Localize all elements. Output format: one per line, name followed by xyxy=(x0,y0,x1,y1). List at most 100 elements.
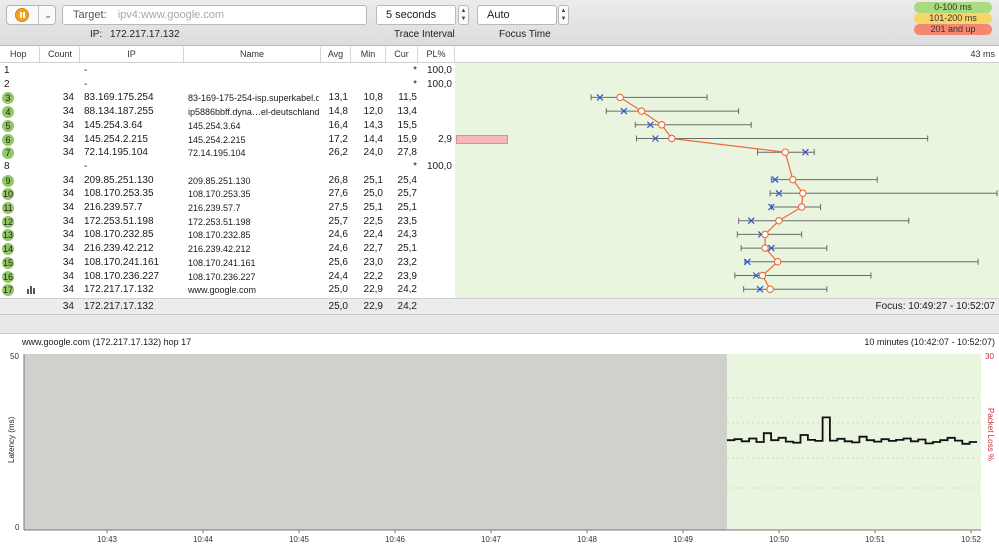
y-axis-label: Latency (ms) xyxy=(7,416,16,463)
table-row[interactable]: 16 34 108.170.236.227 108.170.236.227 24,4 22… xyxy=(0,270,455,284)
cell-cur: 15,5 xyxy=(397,119,417,131)
cell-avg xyxy=(321,160,348,174)
column-header-pl[interactable]: PL% xyxy=(418,47,455,62)
cell-pl xyxy=(418,174,452,188)
cell-pl xyxy=(418,187,452,201)
column-header-hop[interactable]: Hop xyxy=(0,47,40,62)
cell-min: 24,0 xyxy=(363,147,383,159)
split-divider[interactable] xyxy=(0,314,999,334)
table-row[interactable]: 11 34 216.239.57.7 216.239.57.7 27,5 25,1 25,1 xyxy=(0,201,455,215)
cell-avg: 13,1 xyxy=(328,92,348,104)
cell-ip: 108.170.236.227 xyxy=(84,270,160,282)
hop-number: 12 xyxy=(2,215,14,228)
table-row[interactable]: 14 34 216.239.42.212 216.239.42.212 24,6 22,7… xyxy=(0,242,455,256)
hop-number: 10 xyxy=(2,188,14,201)
bar-chart-icon[interactable] xyxy=(27,286,36,295)
column-header-count[interactable]: Count xyxy=(40,47,80,62)
cell-ip: 216.239.57.7 xyxy=(84,202,143,213)
focus-time-stepper[interactable]: ▲ ▼ xyxy=(558,5,569,25)
table-row[interactable]: 3 34 83.169.175.254 83-169-175-254-isp.supe… xyxy=(0,91,455,105)
table-row[interactable]: 17 34 172.217.17.132 www.google.com 25,0 22,9… xyxy=(0,283,455,297)
table-row[interactable]: 12 34 172.253.51.198 172.253.51.198 25,7 22,5… xyxy=(0,215,455,229)
cell-name: 172.253.51.198 xyxy=(188,216,251,227)
cell-ip: 108.170.253.35 xyxy=(84,188,154,200)
trace-interval-stepper[interactable]: ▲ ▼ xyxy=(458,5,469,25)
table-row[interactable]: 9 34 209.85.251.130 209.85.251.130 26,8 25,1 2… xyxy=(0,174,455,188)
timeline-svg: 50 0 30 Latency (ms) Packet Loss % 10:43 10:44… xyxy=(7,352,995,544)
table-row[interactable]: 4 34 88.134.187.255 ip5886bbff.dyna…el-deut… xyxy=(0,105,455,119)
avg-marker xyxy=(797,203,806,211)
cell-name: 108.170.253.35 xyxy=(188,189,251,200)
cell-pl xyxy=(418,228,452,242)
hop-number: 7 xyxy=(2,147,14,160)
cell-count: 34 xyxy=(62,106,74,118)
cell-ip: 172.253.51.198 xyxy=(84,215,154,227)
pause-button[interactable] xyxy=(7,6,39,24)
cell-ip: 216.239.42.212 xyxy=(84,243,154,255)
cell-cur: * xyxy=(413,78,417,90)
pause-icon xyxy=(15,8,29,22)
table-row[interactable]: 10 34 108.170.253.35 108.170.253.35 27,6 25,0… xyxy=(0,187,455,201)
cell-cur: 25,1 xyxy=(397,243,417,255)
table-row[interactable]: 13 34 108.170.232.85 108.170.232.85 24,6 22,4… xyxy=(0,228,455,242)
cell-name xyxy=(188,160,319,174)
timeline-chart: 50 0 30 Latency (ms) Packet Loss % 10:43 10:44… xyxy=(0,348,999,546)
focus-time-label: Focus Time xyxy=(499,29,551,40)
cell-name: www.google.com xyxy=(188,285,257,296)
chevron-down-icon[interactable]: ⌄ xyxy=(40,6,56,24)
cell-avg: 26,2 xyxy=(328,147,348,159)
cell-min: 22,4 xyxy=(363,229,383,241)
cell-pl: 2,9 xyxy=(438,133,452,145)
x-tick-label: 10:44 xyxy=(193,535,214,544)
x-tick-label: 10:49 xyxy=(673,535,694,544)
column-header-min[interactable]: Min xyxy=(351,47,386,62)
trace-interval-select[interactable]: 5 seconds xyxy=(376,5,456,25)
target-input[interactable]: Target: ipv4:www.google.com xyxy=(62,5,367,25)
cell-count: 34 xyxy=(62,215,74,227)
cell-name: 108.170.236.227 xyxy=(188,271,256,282)
pause-button-group[interactable]: ⌄ xyxy=(6,5,56,25)
cell-min xyxy=(351,160,383,174)
table-row[interactable]: 6 34 145.254.2.215 145.254.2.215 17,2 14,4 15,… xyxy=(0,133,455,147)
cell-pl: 100,0 xyxy=(426,160,452,172)
column-header-ip[interactable]: IP xyxy=(80,47,184,62)
cell-name: 216.239.57.7 xyxy=(188,203,241,213)
cell-cur: * xyxy=(413,65,417,76)
hop-number: 16 xyxy=(2,270,14,283)
table-row[interactable]: 15 34 108.170.241.161 108.170.241.161 25,6 23… xyxy=(0,256,455,270)
avg-marker xyxy=(616,93,624,102)
table-row[interactable]: 5 34 145.254.3.64 145.254.3.64 16,4 14,3 15,5 xyxy=(0,119,455,133)
cell-ip: - xyxy=(84,160,88,172)
x-tick-label: 10:48 xyxy=(577,535,598,544)
legend-201-up: 201 and up xyxy=(914,24,992,35)
cell-ip: 209.85.251.130 xyxy=(84,174,154,186)
cell-name: 145.254.3.64 xyxy=(188,120,241,131)
cell-min: 25,0 xyxy=(363,188,383,200)
avg-marker xyxy=(775,216,783,225)
column-header-cur[interactable]: Cur xyxy=(386,47,418,62)
cell-avg: 27,5 xyxy=(328,202,348,213)
column-header-name[interactable]: Name xyxy=(184,47,321,62)
cell-avg: 16,4 xyxy=(328,119,348,131)
cell-avg: 24,6 xyxy=(328,229,348,241)
cell-name: 108.170.241.161 xyxy=(188,257,256,268)
x-tick-label: 10:46 xyxy=(385,535,406,544)
table-row[interactable]: 1 - * 100,0 xyxy=(0,64,455,78)
cell-ip: 145.254.3.64 xyxy=(84,119,143,131)
cell-count: 34 xyxy=(62,119,74,131)
cell-avg: 26,8 xyxy=(328,174,348,186)
focus-time-select[interactable]: Auto xyxy=(477,5,557,25)
table-row[interactable]: 7 34 72.14.195.104 72.14.195.104 26,2 24,0 27,… xyxy=(0,146,455,160)
cell-pl xyxy=(418,283,452,297)
table-row[interactable]: 8 - * 100,0 xyxy=(0,160,455,174)
cell-ip: 172.217.17.132 xyxy=(84,284,154,296)
column-header-avg[interactable]: Avg xyxy=(321,47,351,62)
cell-ip: 108.170.241.161 xyxy=(84,256,160,268)
table-row[interactable]: 2 - * 100,0 xyxy=(0,78,455,92)
cell-ip: - xyxy=(84,78,88,90)
cell-avg: 25,0 xyxy=(328,284,348,296)
cell-pl xyxy=(418,119,452,133)
cell-min: 22,2 xyxy=(363,270,383,282)
x-tick-label: 10:43 xyxy=(97,535,118,544)
route-latency-graph xyxy=(590,93,998,293)
